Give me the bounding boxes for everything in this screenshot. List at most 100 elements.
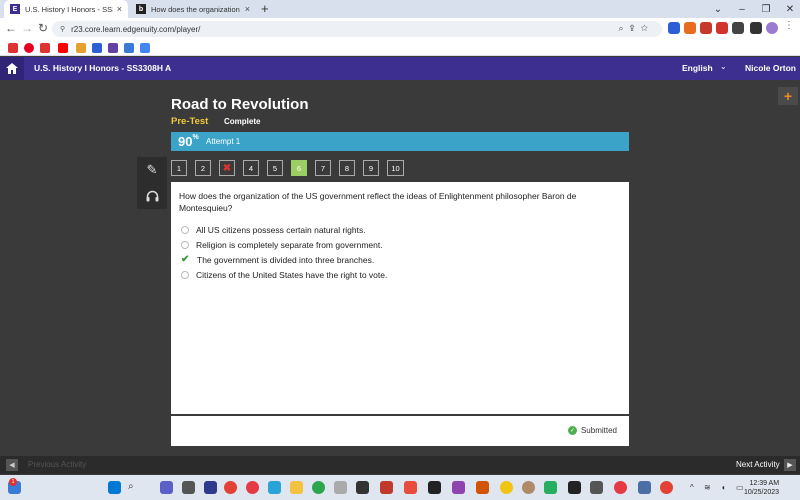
- chevron-down-icon[interactable]: ⌄: [720, 62, 727, 71]
- browser-tab-question[interactable]: b How does the organization of th ×: [130, 0, 256, 18]
- bookmark-icon[interactable]: [92, 43, 102, 53]
- app-icon[interactable]: [312, 481, 325, 494]
- home-icon[interactable]: [0, 57, 24, 80]
- site-info-icon[interactable]: ⚲: [60, 25, 65, 33]
- address-bar[interactable]: ⚲ r23.core.learn.edgenuity.com/player/ ⌕…: [52, 21, 662, 37]
- app-icon[interactable]: [356, 481, 369, 494]
- app-icon[interactable]: [204, 481, 217, 494]
- search-icon[interactable]: ⌕: [128, 481, 141, 494]
- puzzle-icon[interactable]: [732, 22, 744, 34]
- forward-arrow-icon[interactable]: →: [19, 21, 35, 35]
- question-nav-8[interactable]: 8: [339, 160, 355, 176]
- app-icon[interactable]: [638, 481, 651, 494]
- app-icon[interactable]: [404, 481, 417, 494]
- activity-nav-bar: ◀ Previous Activity Next Activity ▶: [0, 456, 800, 474]
- next-arrow-icon[interactable]: ▶: [784, 459, 796, 471]
- app-icon[interactable]: [452, 481, 465, 494]
- avatar[interactable]: [766, 22, 778, 34]
- answer-option[interactable]: Religion is completely separate from gov…: [181, 240, 383, 250]
- app-icon[interactable]: [544, 481, 557, 494]
- chat-icon[interactable]: [160, 481, 173, 494]
- question-nav-6-current[interactable]: 6: [291, 160, 307, 176]
- app-icon[interactable]: [568, 481, 581, 494]
- taskbar-clock[interactable]: 12:39 AM 10/25/2023: [744, 479, 779, 497]
- question-nav-2[interactable]: 2: [195, 160, 211, 176]
- question-nav-1[interactable]: 1: [171, 160, 187, 176]
- pinterest-icon[interactable]: [24, 43, 34, 53]
- close-window-button[interactable]: ✕: [776, 0, 800, 18]
- windows-start-icon[interactable]: [108, 481, 121, 494]
- youtube-icon[interactable]: [58, 43, 68, 53]
- file-explorer-icon[interactable]: [290, 481, 303, 494]
- opera-icon[interactable]: [246, 481, 259, 494]
- browser-tab-course[interactable]: E U.S. History I Honors - SS3308H ×: [4, 0, 128, 18]
- answer-option[interactable]: Citizens of the United States have the r…: [181, 270, 387, 280]
- new-tab-button[interactable]: +: [261, 1, 269, 16]
- question-nav-9[interactable]: 9: [363, 160, 379, 176]
- url-text: r23.core.learn.edgenuity.com/player/: [71, 24, 201, 34]
- app-icon[interactable]: [428, 481, 441, 494]
- pencil-icon[interactable]: ✎: [137, 157, 167, 183]
- clock-time: 12:39 AM: [749, 480, 780, 487]
- user-name[interactable]: Nicole Orton: [745, 63, 796, 73]
- score-value: 90%: [178, 134, 199, 149]
- system-tray[interactable]: ^ ≋ ◖ ▭: [690, 483, 748, 492]
- headphones-icon[interactable]: [137, 183, 167, 209]
- adblock-icon[interactable]: [700, 22, 712, 34]
- omnibox-actions[interactable]: ⌕⇪☆: [619, 23, 654, 34]
- twitch-icon[interactable]: [108, 43, 118, 53]
- app-icon[interactable]: [334, 481, 347, 494]
- browser-tab-bar: E U.S. History I Honors - SS3308H × b Ho…: [0, 0, 800, 18]
- radio-button[interactable]: [181, 241, 189, 249]
- radio-button[interactable]: [181, 271, 189, 279]
- brainly-icon: b: [136, 4, 146, 14]
- question-nav-3-wrong[interactable]: ✖: [219, 160, 235, 176]
- gmail-icon[interactable]: [40, 43, 50, 53]
- app-icon[interactable]: [522, 481, 535, 494]
- app-icon[interactable]: [380, 481, 393, 494]
- question-text: How does the organization of the US gove…: [179, 191, 577, 213]
- reload-icon[interactable]: ↻: [35, 21, 51, 35]
- question-panel: How does the organization of the US gove…: [171, 182, 629, 414]
- app-icon[interactable]: [476, 481, 489, 494]
- docs-icon[interactable]: [140, 43, 150, 53]
- kebab-menu-icon[interactable]: ⋮: [784, 20, 796, 32]
- option-label: Citizens of the United States have the r…: [196, 270, 388, 280]
- brave-shield-icon[interactable]: [684, 22, 696, 34]
- next-activity-button[interactable]: Next Activity: [736, 460, 780, 469]
- browser-toolbar: ← → ↻ ⚲ r23.core.learn.edgenuity.com/pla…: [0, 18, 800, 40]
- previous-arrow-icon[interactable]: ◀: [6, 459, 18, 471]
- course-title[interactable]: U.S. History I Honors - SS3308H A: [34, 63, 171, 73]
- answer-option[interactable]: All US citizens possess certain natural …: [181, 225, 366, 235]
- question-nav-10[interactable]: 10: [387, 160, 404, 176]
- bookmark-icon[interactable]: [76, 43, 86, 53]
- option-label: Religion is completely separate from gov…: [196, 240, 383, 250]
- sidepanel-icon[interactable]: [750, 22, 762, 34]
- task-view-icon[interactable]: [182, 481, 195, 494]
- question-nav-5[interactable]: 5: [267, 160, 283, 176]
- plus-icon[interactable]: +: [778, 87, 798, 105]
- extension-icon[interactable]: [668, 22, 680, 34]
- back-arrow-icon[interactable]: ←: [3, 21, 19, 35]
- close-tab-icon[interactable]: ×: [117, 4, 122, 14]
- extension-icon[interactable]: [716, 22, 728, 34]
- site-header: U.S. History I Honors - SS3308H A Englis…: [0, 57, 800, 80]
- checkmark-icon: ✔: [181, 254, 190, 265]
- previous-activity-button[interactable]: Previous Activity: [28, 460, 86, 469]
- radio-button[interactable]: [181, 226, 189, 234]
- language-selector[interactable]: English: [682, 63, 713, 73]
- app-icon[interactable]: [590, 481, 603, 494]
- close-tab-icon[interactable]: ×: [245, 4, 250, 14]
- chrome-icon[interactable]: [660, 481, 673, 494]
- question-nav-7[interactable]: 7: [315, 160, 331, 176]
- option-label: The government is divided into three bra…: [197, 255, 375, 265]
- bookmark-icon[interactable]: [8, 43, 18, 53]
- answer-option-selected[interactable]: ✔ The government is divided into three b…: [181, 254, 375, 266]
- bookmark-icon[interactable]: [124, 43, 134, 53]
- chrome-icon[interactable]: [224, 481, 237, 494]
- edge-icon[interactable]: [268, 481, 281, 494]
- check-circle-icon: ✓: [567, 426, 577, 435]
- question-nav-4[interactable]: 4: [243, 160, 259, 176]
- app-icon[interactable]: [500, 481, 513, 494]
- opera-icon[interactable]: [614, 481, 627, 494]
